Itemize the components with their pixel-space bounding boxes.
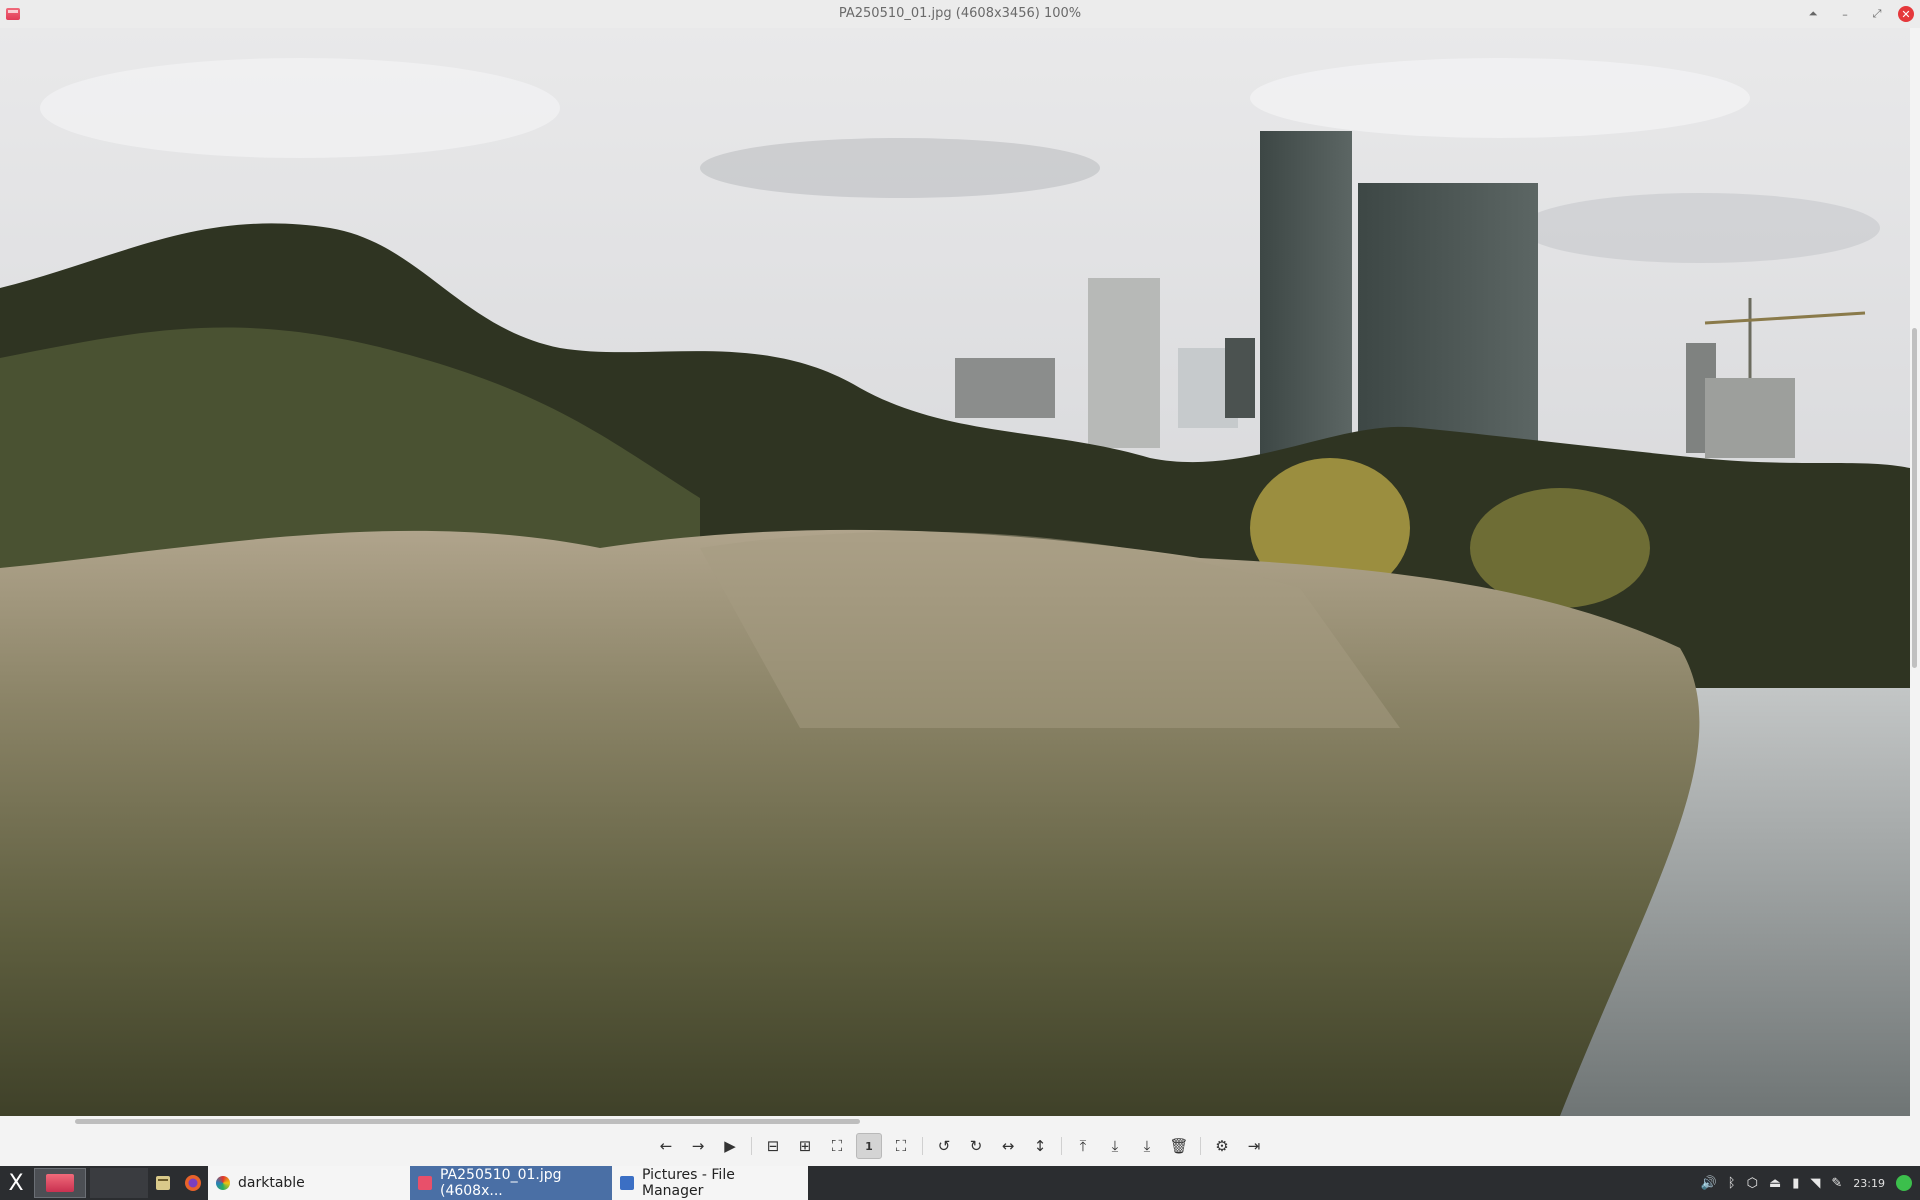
vertical-scrollbar[interactable] bbox=[1910, 28, 1920, 1116]
taskbar: X darktable PA250510_01.jpg (4608x... Pi… bbox=[0, 1166, 1920, 1200]
task-label: PA250510_01.jpg (4608x... bbox=[440, 1167, 562, 1199]
viewer-toolbar: ← → ▶ ⊟ ⊞ ⛶ 1 ⛶ ↺ ↻ ↔ ↕ ⤒ ⤓ ⤓ 🗑 ⚙ ⇥ bbox=[0, 1126, 1920, 1166]
open-button[interactable]: ⤒ bbox=[1070, 1133, 1096, 1159]
file-manager-launcher[interactable] bbox=[148, 1166, 178, 1200]
save-button[interactable]: ⤓ bbox=[1102, 1133, 1128, 1159]
file-manager-icon bbox=[156, 1176, 170, 1190]
toolbar-separator bbox=[922, 1137, 923, 1155]
flip-v-icon: ↕ bbox=[1033, 1137, 1047, 1155]
image-viewer-icon bbox=[418, 1176, 432, 1190]
task-file-manager[interactable]: Pictures - File Manager bbox=[612, 1166, 808, 1200]
quit-button[interactable]: ⇥ bbox=[1241, 1133, 1267, 1159]
preferences-button[interactable]: ⚙ bbox=[1209, 1133, 1235, 1159]
task-label: darktable bbox=[238, 1175, 305, 1191]
darktable-icon bbox=[216, 1176, 230, 1190]
back-button[interactable]: ← bbox=[653, 1133, 679, 1159]
fit-window-button[interactable]: ⛶ bbox=[824, 1133, 850, 1159]
shade-icon[interactable]: ⏶ bbox=[1802, 4, 1824, 24]
update-status-icon[interactable] bbox=[1896, 1175, 1912, 1191]
delete-button[interactable]: 🗑 bbox=[1166, 1133, 1192, 1159]
rotate-cw-icon: ↻ bbox=[969, 1137, 983, 1155]
horizontal-scroll-thumb[interactable] bbox=[75, 1119, 860, 1124]
fullscreen-button[interactable]: ⛶ bbox=[888, 1133, 914, 1159]
wifi-icon[interactable]: ◥ bbox=[1810, 1176, 1820, 1191]
flip-vertical-button[interactable]: ↕ bbox=[1027, 1133, 1053, 1159]
toolbar-separator bbox=[1200, 1137, 1201, 1155]
close-icon[interactable]: ✕ bbox=[1898, 6, 1914, 22]
title-bar: PA250510_01.jpg (4608x3456) 100% ⏶ – ⤢ ✕ bbox=[0, 0, 1920, 29]
trash-icon: 🗑 bbox=[1169, 1137, 1189, 1155]
arrow-left-icon: ← bbox=[659, 1137, 673, 1155]
rotate-left-button[interactable]: ↺ bbox=[931, 1133, 957, 1159]
forward-button[interactable]: → bbox=[685, 1133, 711, 1159]
gear-icon: ⚙ bbox=[1215, 1137, 1229, 1155]
upload-icon: ⤒ bbox=[1079, 1137, 1087, 1155]
play-icon: ▶ bbox=[724, 1137, 736, 1155]
toolbar-separator bbox=[1061, 1137, 1062, 1155]
clock[interactable]: 23:19 bbox=[1853, 1177, 1885, 1190]
slideshow-button[interactable]: ▶ bbox=[717, 1133, 743, 1159]
exit-icon: ⇥ bbox=[1247, 1137, 1261, 1155]
horizontal-scrollbar[interactable] bbox=[0, 1116, 1910, 1126]
firefox-icon bbox=[185, 1175, 201, 1191]
one-to-one-icon: 1 bbox=[865, 1139, 873, 1153]
save-as-button[interactable]: ⤓ bbox=[1134, 1133, 1160, 1159]
system-tray: 🔊 ᛒ ⬡ ⏏ ▮ ◥ ✎ 23:19 bbox=[1701, 1175, 1920, 1191]
flip-h-icon: ↔ bbox=[1001, 1137, 1015, 1155]
zoom-in-button[interactable]: ⊞ bbox=[792, 1133, 818, 1159]
vertical-scroll-thumb[interactable] bbox=[1912, 328, 1917, 668]
task-label: Pictures - File Manager bbox=[642, 1167, 735, 1199]
fit-icon: ⛶ bbox=[831, 1137, 843, 1155]
photo-landscape bbox=[0, 28, 1910, 1116]
folder-icon bbox=[620, 1176, 634, 1190]
workspace-2[interactable] bbox=[90, 1168, 148, 1198]
eject-icon[interactable]: ⏏ bbox=[1769, 1176, 1781, 1191]
image-viewport[interactable] bbox=[0, 28, 1910, 1116]
zoom-in-icon: ⊞ bbox=[798, 1137, 812, 1155]
applications-menu-button[interactable]: X bbox=[0, 1166, 32, 1200]
zoom-out-button[interactable]: ⊟ bbox=[760, 1133, 786, 1159]
zoom-out-icon: ⊟ bbox=[766, 1137, 780, 1155]
firefox-launcher[interactable] bbox=[178, 1166, 208, 1200]
task-image-viewer[interactable]: PA250510_01.jpg (4608x... bbox=[410, 1166, 612, 1200]
xfce-menu-icon: X bbox=[8, 1170, 24, 1196]
minimize-icon[interactable]: – bbox=[1834, 4, 1856, 24]
package-icon[interactable]: ⬡ bbox=[1747, 1176, 1758, 1191]
window-controls: ⏶ – ⤢ ✕ bbox=[1802, 4, 1914, 24]
workspace-1[interactable] bbox=[34, 1168, 86, 1198]
save-as-icon: ⤓ bbox=[1143, 1137, 1151, 1155]
actual-size-button[interactable]: 1 bbox=[856, 1133, 882, 1159]
toolbar-separator bbox=[751, 1137, 752, 1155]
volume-icon[interactable]: 🔊 bbox=[1701, 1176, 1717, 1191]
flip-horizontal-button[interactable]: ↔ bbox=[995, 1133, 1021, 1159]
battery-icon[interactable]: ▮ bbox=[1792, 1176, 1799, 1191]
maximize-icon[interactable]: ⤢ bbox=[1866, 4, 1888, 24]
rotate-ccw-icon: ↺ bbox=[937, 1137, 951, 1155]
window-title: PA250510_01.jpg (4608x3456) 100% bbox=[838, 6, 1082, 21]
arrow-right-icon: → bbox=[691, 1137, 705, 1155]
task-darktable[interactable]: darktable bbox=[208, 1166, 410, 1200]
bluetooth-icon[interactable]: ᛒ bbox=[1728, 1176, 1736, 1191]
fullscreen-icon: ⛶ bbox=[895, 1137, 907, 1155]
download-icon: ⤓ bbox=[1111, 1137, 1119, 1155]
rotate-right-button[interactable]: ↻ bbox=[963, 1133, 989, 1159]
clipboard-icon[interactable]: ✎ bbox=[1831, 1176, 1842, 1191]
workspace-window-preview bbox=[46, 1174, 74, 1192]
